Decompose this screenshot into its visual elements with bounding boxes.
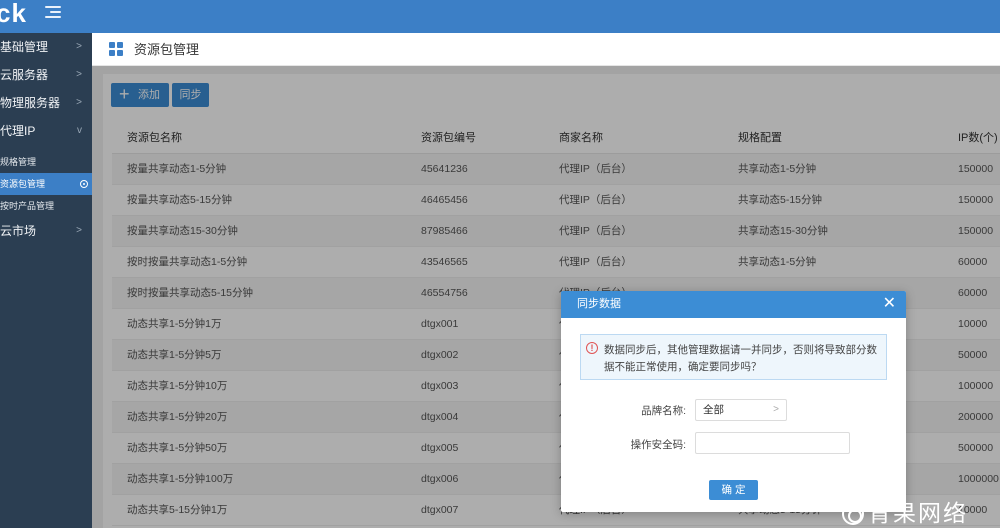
- warning-text: 数据同步后，其他管理数据请一并同步，否则将导致部分数据不能正常使用，确定要同步吗…: [604, 344, 877, 373]
- sidebar: 基础管理 > 云服务器 > 物理服务器 > 代理IP v 规格管理 资源包管理 …: [0, 33, 92, 528]
- sidebar-item-proxy-ip[interactable]: 代理IP v: [0, 117, 92, 145]
- hamburger-icon[interactable]: [45, 6, 61, 20]
- sync-data-dialog: 同步数据 ✕ ! 数据同步后，其他管理数据请一并同步，否则将导致部分数据不能正常…: [561, 291, 906, 512]
- sidebar-subitem-spec[interactable]: 规格管理: [0, 151, 92, 173]
- page-header: 资源包管理: [92, 33, 1000, 66]
- chevron-right-icon: >: [76, 225, 82, 236]
- sidebar-subitem-label: 按时产品管理: [0, 201, 55, 211]
- sidebar-item-label: 代理IP: [0, 124, 36, 138]
- brand-label: 品牌名称:: [641, 405, 686, 417]
- close-icon[interactable]: ✕: [883, 291, 896, 317]
- sidebar-item-cloud-server[interactable]: 云服务器 >: [0, 61, 92, 89]
- app-logo: ck: [0, 0, 27, 28]
- brand-select[interactable]: 全部 >: [695, 399, 787, 421]
- chevron-right-icon: >: [76, 69, 82, 80]
- sidebar-item-label: 基础管理: [0, 40, 49, 54]
- sidebar-item-physical-server[interactable]: 物理服务器 >: [0, 89, 92, 117]
- sidebar-item-label: 云服务器: [0, 68, 49, 82]
- watermark: 青果网络: [842, 500, 1000, 528]
- chevron-down-icon: v: [77, 125, 82, 136]
- grid-icon: [109, 42, 123, 56]
- sidebar-subitem-label: 资源包管理: [0, 179, 46, 189]
- confirm-button[interactable]: 确 定: [709, 480, 758, 500]
- dialog-title: 同步数据: [577, 298, 621, 310]
- warning-icon: !: [586, 342, 598, 354]
- brand-select-value: 全部: [703, 404, 724, 416]
- security-code-input[interactable]: [695, 432, 850, 454]
- sidebar-item-label: 云市场: [0, 224, 37, 238]
- watermark-logo-icon: [842, 503, 864, 525]
- sidebar-item-basic[interactable]: 基础管理 >: [0, 33, 92, 61]
- warning-message: ! 数据同步后，其他管理数据请一并同步，否则将导致部分数据不能正常使用，确定要同…: [580, 334, 887, 380]
- security-code-label: 操作安全码:: [630, 439, 686, 451]
- top-bar: ck: [0, 0, 1000, 33]
- chevron-right-icon: >: [76, 41, 82, 52]
- active-indicator-icon: [80, 180, 88, 188]
- dialog-header: 同步数据 ✕: [561, 291, 906, 318]
- sidebar-item-cloud-market[interactable]: 云市场 >: [0, 217, 92, 245]
- page-title: 资源包管理: [134, 42, 200, 57]
- sidebar-subitem-timed-product[interactable]: 按时产品管理: [0, 195, 92, 217]
- sidebar-item-label: 物理服务器: [0, 96, 61, 110]
- sidebar-subitem-resource-package[interactable]: 资源包管理: [0, 173, 92, 195]
- chevron-right-icon: >: [773, 404, 779, 415]
- watermark-text: 青果网络: [868, 501, 968, 527]
- sidebar-subitem-label: 规格管理: [0, 157, 37, 167]
- chevron-right-icon: >: [76, 97, 82, 108]
